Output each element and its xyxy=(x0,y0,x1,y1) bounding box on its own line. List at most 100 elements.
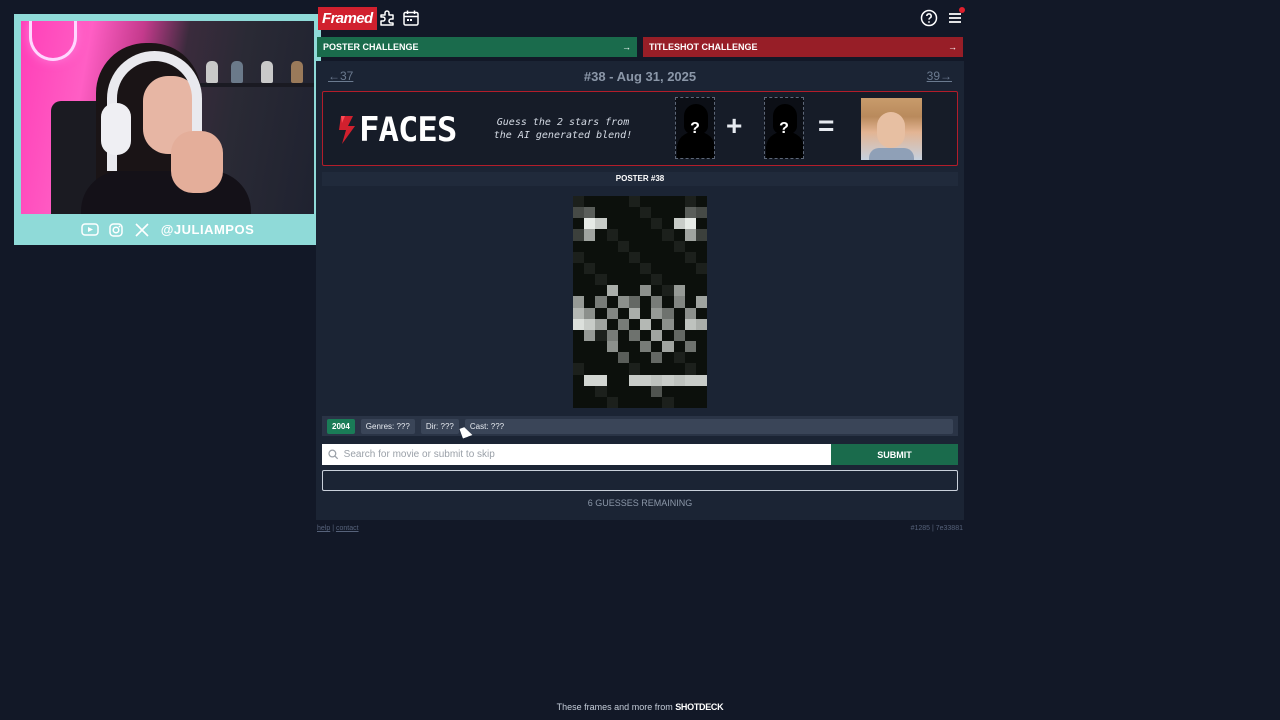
poster-pixel xyxy=(640,207,652,219)
challenge-links: POSTER CHALLENGE → TITLESHOT CHALLENGE → xyxy=(316,37,964,57)
faces-wordmark: FACES xyxy=(359,110,457,150)
poster-pixel xyxy=(651,374,663,387)
puzzle-title: #38 - Aug 31, 2025 xyxy=(583,68,697,84)
poster-pixel xyxy=(584,341,596,353)
mystery-star-2: ? xyxy=(764,97,804,159)
poster-pixel xyxy=(573,285,585,297)
poster-pixel xyxy=(584,374,596,387)
build-info: #1285 | 7e33881 xyxy=(910,525,963,532)
poster-pixel xyxy=(617,363,630,376)
submit-button[interactable]: SUBMIT xyxy=(831,444,958,465)
poster-pixel xyxy=(573,207,585,219)
poster-pixel xyxy=(673,318,686,331)
poster-pixel xyxy=(695,329,708,342)
poster-pixel xyxy=(628,385,641,398)
poster-pixel xyxy=(595,363,607,376)
poster-pixel xyxy=(595,307,607,320)
help-link[interactable]: help xyxy=(317,525,330,532)
shotdeck-logo[interactable]: SHOTDECK xyxy=(675,702,723,712)
poster-pixel xyxy=(584,274,596,286)
poster-pixel xyxy=(617,318,630,331)
poster-pixel xyxy=(684,196,697,208)
poster-pixel xyxy=(573,363,585,376)
poster-pixel xyxy=(662,240,674,253)
credit-text: These frames and more from xyxy=(556,702,673,712)
director-clue: Dir: ??? xyxy=(420,418,459,434)
guesses-remaining: 6 GUESSES REMAINING xyxy=(587,498,693,508)
movie-search-input[interactable] xyxy=(343,449,831,460)
poster-pixel xyxy=(695,207,708,219)
search-box[interactable] xyxy=(322,444,831,465)
poster-pixel xyxy=(684,229,697,242)
menu-icon[interactable] xyxy=(946,7,965,27)
poster-pixel xyxy=(673,229,686,242)
poster-pixel xyxy=(640,307,652,320)
poster-pixel xyxy=(584,352,596,364)
poster-pixel xyxy=(651,296,663,309)
next-puzzle-link[interactable]: 39→ xyxy=(927,69,952,83)
poster-pixel xyxy=(617,240,630,253)
figurine xyxy=(231,61,243,83)
figurine xyxy=(206,61,218,83)
poster-pixel xyxy=(684,251,697,264)
poster-pixel xyxy=(617,341,630,353)
poster-pixel xyxy=(662,218,674,230)
poster-pixel xyxy=(673,374,686,387)
poster-pixel xyxy=(584,262,596,275)
calendar-icon[interactable] xyxy=(402,9,420,27)
poster-pixel xyxy=(573,274,585,286)
poster-challenge-label: POSTER CHALLENGE xyxy=(323,42,419,52)
poster-pixel xyxy=(606,307,619,320)
guess-form: SUBMIT xyxy=(322,444,958,465)
poster-pixel xyxy=(684,396,697,409)
pixelated-poster xyxy=(573,196,708,409)
titleshot-challenge-button[interactable]: TITLESHOT CHALLENGE → xyxy=(643,37,963,57)
app-footer: help | contact #1285 | 7e33881 xyxy=(316,520,964,532)
genres-clue: Genres: ??? xyxy=(360,418,415,434)
poster-pixel xyxy=(640,374,652,387)
prev-puzzle-link[interactable]: ←37 xyxy=(328,69,353,83)
poster-pixel xyxy=(695,352,708,364)
poster-pixel xyxy=(673,207,686,219)
poster-pixel xyxy=(651,274,663,286)
poster-pixel xyxy=(628,318,641,331)
poster-pixel xyxy=(684,207,697,219)
poster-pixel xyxy=(640,396,652,409)
poster-pixel xyxy=(617,251,630,264)
poster-pixel xyxy=(651,207,663,219)
poster-pixel xyxy=(573,385,585,398)
help-icon[interactable] xyxy=(920,9,938,27)
poster-pixel xyxy=(651,307,663,320)
poster-pixel xyxy=(640,240,652,253)
framed-logo[interactable]: Framed xyxy=(318,7,377,30)
poster-pixel xyxy=(684,240,697,253)
poster-pixel xyxy=(606,240,619,253)
poster-pixel xyxy=(673,352,686,364)
poster-pixel xyxy=(606,352,619,364)
poster-pixel xyxy=(684,352,697,364)
poster-pixel xyxy=(651,218,663,230)
poster-pixel xyxy=(584,251,596,264)
poster-pixel xyxy=(584,307,596,320)
poster-pixel xyxy=(673,285,686,297)
poster-pixel xyxy=(595,218,607,230)
poster-pixel xyxy=(595,196,607,208)
faces-tagline: Guess the 2 stars from the AI generated … xyxy=(493,117,633,141)
poster-pixel xyxy=(673,385,686,398)
poster-pixel xyxy=(617,329,630,342)
puzzle-icon[interactable] xyxy=(378,9,396,27)
poster-pixel xyxy=(617,307,630,320)
poster-pixel xyxy=(628,341,641,353)
arrow-right-icon: → xyxy=(622,42,631,52)
poster-pixel xyxy=(595,207,607,219)
poster-pixel xyxy=(584,329,596,342)
poster-pixel xyxy=(695,229,708,242)
faces-promo-banner[interactable]: FACES Guess the 2 stars from the AI gene… xyxy=(322,91,958,166)
poster-challenge-button[interactable]: POSTER CHALLENGE → xyxy=(317,37,637,57)
contact-link[interactable]: contact xyxy=(336,525,359,532)
streamer-handle: @JULIAMPOS xyxy=(160,222,255,237)
top-right-icons xyxy=(920,7,965,27)
poster-pixel xyxy=(651,341,663,353)
poster-pixel xyxy=(695,296,708,309)
poster-pixel xyxy=(606,285,619,297)
